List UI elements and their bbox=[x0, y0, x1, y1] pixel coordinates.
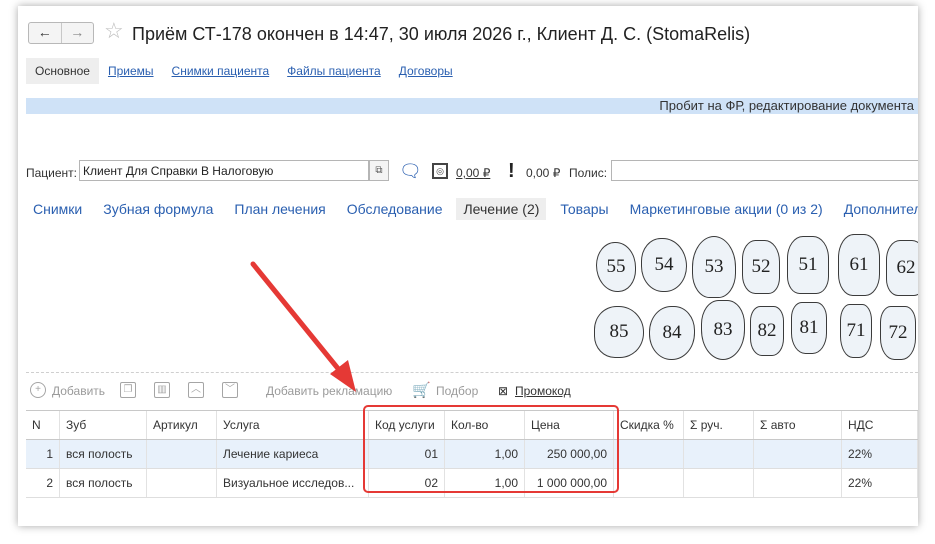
cell-tooth: вся полость bbox=[60, 440, 147, 468]
tooth-55[interactable]: 55 bbox=[596, 242, 636, 292]
promo-button[interactable]: Промокод bbox=[515, 380, 571, 402]
tooth-54[interactable]: 54 bbox=[641, 238, 687, 292]
cell-discount bbox=[614, 469, 684, 497]
patient-label: Пациент: bbox=[26, 166, 78, 180]
cell-tooth: вся полость bbox=[60, 469, 147, 497]
tooth-82[interactable]: 82 bbox=[750, 306, 784, 356]
col-service[interactable]: Услуга bbox=[217, 411, 369, 439]
tab-goods[interactable]: Товары bbox=[553, 198, 615, 220]
history-nav: ← → bbox=[28, 22, 94, 44]
cell-vat: 22% bbox=[842, 440, 918, 468]
tooth-51[interactable]: 51 bbox=[787, 236, 829, 294]
tooth-84[interactable]: 84 bbox=[649, 306, 695, 360]
col-sum-auto[interactable]: Σ авто bbox=[754, 411, 842, 439]
cell-article bbox=[147, 469, 217, 497]
tab-dental-formula[interactable]: Зубная формула bbox=[96, 198, 220, 220]
patient-field[interactable]: Клиент Для Справки В Налоговую bbox=[79, 160, 369, 181]
cell-price: 1 000 000,00 bbox=[525, 469, 614, 497]
tab-patient-images[interactable]: Снимки пациента bbox=[163, 58, 279, 84]
cell-qty: 1,00 bbox=[445, 440, 525, 468]
promo-icon: ⊠ bbox=[498, 384, 509, 398]
open-patient-icon[interactable]: ⧉ bbox=[369, 160, 389, 181]
copy-icon[interactable]: ❐ bbox=[120, 382, 136, 398]
chat-icon[interactable]: 🗨 bbox=[399, 161, 422, 181]
tooth-52[interactable]: 52 bbox=[742, 240, 780, 294]
cell-sum-manual bbox=[684, 440, 754, 468]
tooth-81[interactable]: 81 bbox=[791, 302, 827, 354]
move-down-icon[interactable]: ﹀ bbox=[222, 382, 238, 398]
patient-row: Пациент: Клиент Для Справки В Налоговую … bbox=[24, 160, 918, 184]
tooth-85[interactable]: 85 bbox=[594, 306, 644, 358]
tab-additional[interactable]: Дополнительно bbox=[837, 198, 918, 220]
debt-warning-icon: ! bbox=[508, 160, 515, 182]
balance-link[interactable]: 0,00 ₽ bbox=[456, 166, 490, 180]
col-code[interactable]: Код услуги bbox=[369, 411, 445, 439]
tooth-72[interactable]: 72 bbox=[880, 306, 916, 360]
col-discount[interactable]: Скидка % bbox=[614, 411, 684, 439]
cell-code: 01 bbox=[369, 440, 445, 468]
table-row[interactable]: 1 вся полость Лечение кариеса 01 1,00 25… bbox=[26, 440, 918, 469]
tab-main[interactable]: Основное bbox=[26, 58, 99, 84]
tooth-62[interactable]: 62 bbox=[886, 240, 918, 296]
safe-icon: ◎ bbox=[432, 163, 448, 179]
cell-service: Визуальное исследов... bbox=[217, 469, 369, 497]
tab-treatment[interactable]: Лечение (2) bbox=[456, 198, 547, 220]
cell-price: 250 000,00 bbox=[525, 440, 614, 468]
add-claim-button[interactable]: Добавить рекламацию bbox=[266, 380, 392, 402]
services-table: N Зуб Артикул Услуга Код услуги Кол-во Ц… bbox=[26, 410, 918, 498]
cell-qty: 1,00 bbox=[445, 469, 525, 497]
cell-code: 02 bbox=[369, 469, 445, 497]
col-article[interactable]: Артикул bbox=[147, 411, 217, 439]
cell-discount bbox=[614, 440, 684, 468]
divider bbox=[26, 372, 918, 373]
col-tooth[interactable]: Зуб bbox=[60, 411, 147, 439]
pick-button[interactable]: Подбор bbox=[436, 380, 478, 402]
cell-sum-auto bbox=[754, 469, 842, 497]
col-price[interactable]: Цена bbox=[525, 411, 614, 439]
add-button[interactable]: Добавить bbox=[52, 380, 105, 402]
cell-service: Лечение кариеса bbox=[217, 440, 369, 468]
tab-contracts[interactable]: Договоры bbox=[390, 58, 462, 84]
cell-n: 2 bbox=[26, 469, 60, 497]
tooth-83[interactable]: 83 bbox=[701, 300, 745, 360]
section-tabs: Снимки Зубная формула План лечения Обсле… bbox=[26, 198, 918, 220]
col-n[interactable]: N bbox=[26, 411, 60, 439]
polis-field[interactable] bbox=[611, 160, 918, 181]
tab-treatment-plan[interactable]: План лечения bbox=[227, 198, 332, 220]
table-row[interactable]: 2 вся полость Визуальное исследов... 02 … bbox=[26, 469, 918, 498]
col-vat[interactable]: НДС bbox=[842, 411, 918, 439]
cell-n: 1 bbox=[26, 440, 60, 468]
cell-vat: 22% bbox=[842, 469, 918, 497]
tab-marketing[interactable]: Маркетинговые акции (0 из 2) bbox=[623, 198, 830, 220]
col-qty[interactable]: Кол-во bbox=[445, 411, 525, 439]
tab-patient-files[interactable]: Файлы пациента bbox=[278, 58, 390, 84]
main-tabs: Основное Приемы Снимки пациента Файлы па… bbox=[26, 58, 462, 84]
col-sum-manual[interactable]: Σ руч. bbox=[684, 411, 754, 439]
tab-visits[interactable]: Приемы bbox=[99, 58, 163, 84]
table-header: N Зуб Артикул Услуга Код услуги Кол-во Ц… bbox=[26, 411, 918, 440]
cell-sum-manual bbox=[684, 469, 754, 497]
tab-examination[interactable]: Обследование bbox=[340, 198, 450, 220]
tooth-71[interactable]: 71 bbox=[840, 304, 872, 358]
favorite-star-icon[interactable]: ☆ bbox=[104, 20, 124, 42]
debt-amount: 0,00 ₽ bbox=[526, 166, 561, 180]
polis-label: Полис: bbox=[569, 166, 608, 180]
move-up-icon[interactable]: ︿ bbox=[188, 382, 204, 398]
add-icon[interactable]: + bbox=[30, 382, 46, 398]
cell-sum-auto bbox=[754, 440, 842, 468]
cell-article bbox=[147, 440, 217, 468]
document-window: ← → ☆ Приём СТ-178 окончен в 14:47, 30 и… bbox=[18, 6, 918, 526]
cart-icon: 🛒 bbox=[412, 382, 431, 399]
tooth-61[interactable]: 61 bbox=[838, 234, 880, 296]
document-status-bar: Пробит на ФР, редактирование документа bbox=[26, 98, 918, 114]
page-title: Приём СТ-178 окончен в 14:47, 30 июля 20… bbox=[132, 24, 751, 44]
forward-button[interactable]: → bbox=[60, 23, 94, 43]
tab-images[interactable]: Снимки bbox=[26, 198, 89, 220]
tooth-53[interactable]: 53 bbox=[692, 236, 736, 298]
delete-icon[interactable]: ▥ bbox=[154, 382, 170, 398]
document-status-text: Пробит на ФР, редактирование документа bbox=[659, 98, 914, 113]
back-button[interactable]: ← bbox=[29, 23, 61, 43]
